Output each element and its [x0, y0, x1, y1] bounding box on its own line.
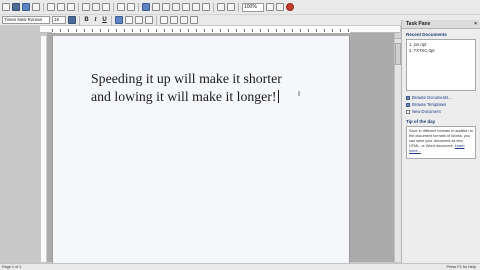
insert-table-icon[interactable] [142, 3, 150, 11]
recent-document-item[interactable]: 2. TXTXC.rtpt [409, 48, 473, 54]
tip-of-the-day-heading: Tip of the day [406, 119, 436, 124]
thesaurus-icon[interactable] [202, 3, 210, 11]
document-line: and lowing it will make it longer! [91, 88, 277, 104]
help-hint-status: Press F1 for Help [446, 265, 476, 269]
insert-symbol-icon[interactable] [227, 3, 235, 11]
underline-button[interactable]: U [101, 17, 108, 23]
browse-documents-link[interactable]: Browse Documents... [402, 94, 480, 101]
vertical-ruler [41, 36, 47, 262]
find-icon[interactable] [182, 3, 190, 11]
align-right-icon[interactable] [135, 16, 143, 24]
toolbar-separator [79, 15, 80, 25]
zoom-in-icon[interactable] [276, 3, 284, 11]
toolbar-separator [113, 2, 114, 12]
show-all-icon[interactable] [192, 3, 200, 11]
ruler-ticks [52, 29, 350, 32]
status-bar: Page 1 of 1 Press F1 for Help [0, 263, 480, 270]
email-icon[interactable] [32, 3, 40, 11]
help-icon[interactable] [286, 3, 294, 11]
toolbar-separator [213, 2, 214, 12]
vertical-scrollbar[interactable] [394, 33, 401, 262]
link-label: Browse Documents... [412, 95, 452, 100]
link-label: New Document [412, 109, 441, 114]
numbering-icon[interactable] [170, 16, 178, 24]
browse-templates-link[interactable]: Browse Templates [402, 101, 480, 108]
document-line-with-caret: and lowing it will make it longer! [91, 88, 301, 106]
paste-icon[interactable] [102, 3, 110, 11]
recent-documents-list: 1. jon.rtpt 2. TXTXC.rtpt [406, 39, 476, 91]
insert-picture-icon[interactable] [152, 3, 160, 11]
font-size-select[interactable]: 16 [52, 16, 66, 24]
new-document-icon[interactable] [2, 3, 10, 11]
undo-icon[interactable] [117, 3, 125, 11]
zoom-select[interactable]: 100% [242, 2, 264, 12]
increase-indent-icon[interactable] [190, 16, 198, 24]
insert-date-icon[interactable] [217, 3, 225, 11]
spell-check-icon[interactable] [67, 3, 75, 11]
toolbar-separator [238, 2, 239, 12]
redo-icon[interactable] [127, 3, 135, 11]
toolbar-separator [78, 2, 79, 12]
document-icon [406, 109, 410, 114]
link-label: Browse Templates [412, 102, 447, 107]
font-color-icon[interactable] [68, 16, 76, 24]
task-pane-title-text: Task Pane [406, 21, 431, 27]
page-count-status: Page 1 of 1 [2, 265, 22, 269]
decrease-indent-icon[interactable] [180, 16, 188, 24]
insert-chart-icon[interactable] [162, 3, 170, 11]
word-processor-window: 100% Times New Roman 16 B I U Speeding i… [0, 0, 480, 270]
tip-of-the-day-box: Save in different formats In addition to… [406, 126, 476, 159]
toolbar-separator [111, 15, 112, 25]
standard-toolbar: 100% [0, 0, 480, 15]
document-text[interactable]: Speeding it up will make it shorter and … [91, 70, 301, 105]
toolbar-separator [156, 15, 157, 25]
task-pane: Task Pane × Recent Documents 1. jon.rtpt… [401, 20, 480, 263]
toolbar-separator [138, 2, 139, 12]
recent-documents-heading: Recent Documents [406, 32, 447, 37]
justify-icon[interactable] [145, 16, 153, 24]
print-icon[interactable] [47, 3, 55, 11]
task-pane-title: Task Pane × [402, 20, 480, 29]
text-caret [278, 89, 280, 103]
cut-icon[interactable] [82, 3, 90, 11]
template-icon [406, 102, 410, 107]
bold-button[interactable]: B [83, 17, 90, 23]
font-name-select[interactable]: Times New Roman [2, 16, 50, 24]
toolbar-separator [43, 2, 44, 12]
copy-icon[interactable] [92, 3, 100, 11]
columns-icon[interactable] [172, 3, 180, 11]
zoom-out-icon[interactable] [266, 3, 274, 11]
open-folder-icon[interactable] [12, 3, 20, 11]
print-preview-icon[interactable] [57, 3, 65, 11]
align-center-icon[interactable] [125, 16, 133, 24]
bullets-icon[interactable] [160, 16, 168, 24]
folder-icon [406, 95, 410, 100]
italic-button[interactable]: I [92, 17, 99, 23]
align-left-icon[interactable] [115, 16, 123, 24]
save-icon[interactable] [22, 3, 30, 11]
close-icon[interactable]: × [474, 20, 477, 29]
new-document-link[interactable]: New Document [402, 108, 480, 115]
ibeam-cursor-icon: I [298, 90, 301, 98]
document-line: Speeding it up will make it shorter [91, 71, 282, 86]
